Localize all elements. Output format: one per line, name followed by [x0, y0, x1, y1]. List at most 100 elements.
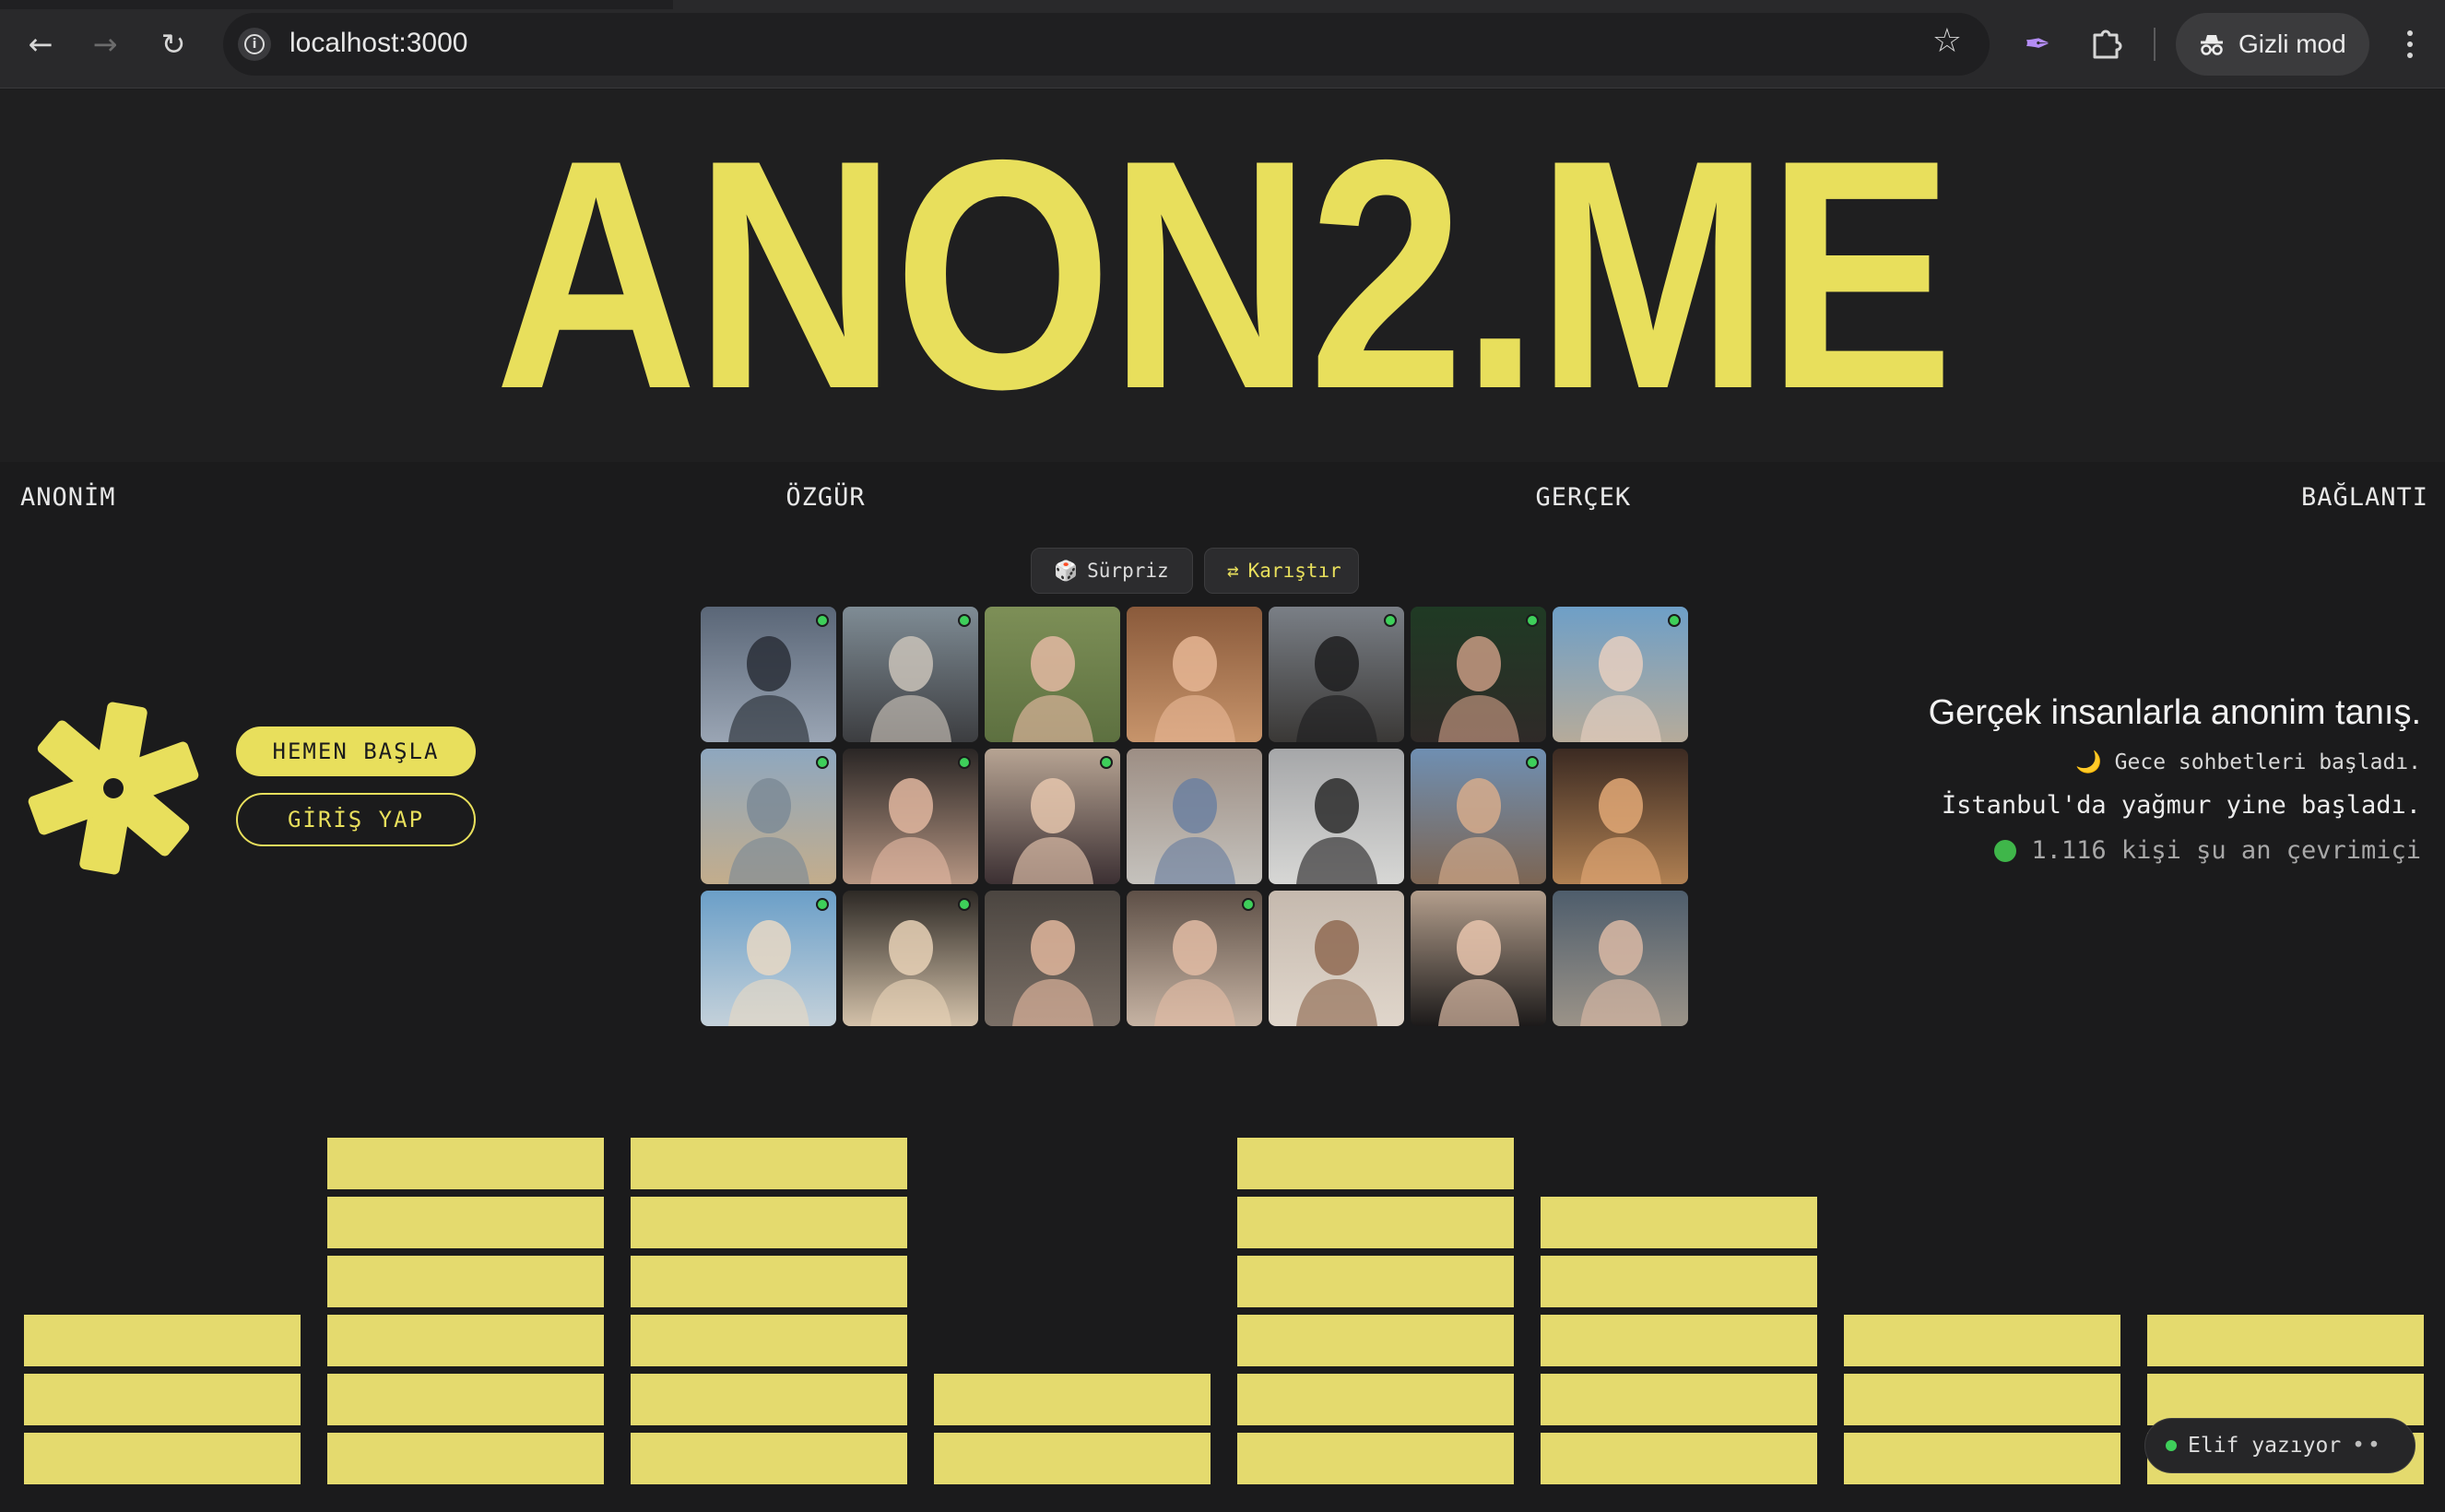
surprise-label: Sürpriz [1087, 560, 1169, 582]
profile-grid [701, 607, 1688, 1026]
profile-tile[interactable] [1127, 607, 1262, 742]
info-panel: Gerçek insanlarla anonim tanış. 🌙 Gece s… [1929, 693, 2421, 865]
profile-photo [1580, 920, 1661, 1026]
shuffle-button[interactable]: ⇄ Karıştır [1204, 548, 1359, 594]
profile-tile[interactable] [1553, 749, 1688, 884]
equalizer-block [631, 1315, 907, 1366]
profile-tile[interactable] [985, 607, 1120, 742]
profile-photo [728, 636, 809, 742]
start-now-button[interactable]: HEMEN BAŞLA [236, 726, 476, 776]
profile-tile[interactable] [985, 891, 1120, 1026]
equalizer-block [1541, 1197, 1817, 1248]
profile-tile[interactable] [1411, 607, 1546, 742]
active-tab[interactable] [673, 0, 2445, 9]
equalizer-block [934, 1433, 1211, 1484]
login-button[interactable]: GİRİŞ YAP [236, 793, 476, 846]
typing-text: Elif yazıyor [2188, 1434, 2342, 1458]
equalizer-column [24, 1315, 301, 1484]
equalizer-block [934, 1374, 1211, 1425]
profile-tile[interactable] [1553, 607, 1688, 742]
forward-icon[interactable]: → [83, 22, 127, 66]
online-dot-icon [1526, 756, 1539, 769]
equalizer-block [24, 1374, 301, 1425]
equalizer-block [631, 1256, 907, 1307]
profile-tile[interactable] [701, 891, 836, 1026]
equalizer-block [327, 1315, 604, 1366]
profile-tile[interactable] [843, 749, 978, 884]
profile-tile[interactable] [1269, 749, 1404, 884]
equalizer-block [1844, 1433, 2120, 1484]
online-dot-icon [816, 898, 829, 911]
equalizer-block [631, 1374, 907, 1425]
tagline-ozgur: ÖZGÜR [785, 483, 866, 512]
equalizer-column [1844, 1315, 2120, 1484]
online-count: 1.116 kişi şu an çevrimiçi [2031, 836, 2421, 865]
incognito-badge[interactable]: Gizli mod [2176, 13, 2369, 76]
profile-tile[interactable] [843, 891, 978, 1026]
profile-photo [1296, 920, 1377, 1026]
url-text[interactable]: localhost:3000 [289, 28, 467, 59]
equalizer-block [327, 1374, 604, 1425]
profile-tile[interactable] [701, 607, 836, 742]
profile-photo [1154, 636, 1235, 742]
profile-tile[interactable] [1411, 891, 1546, 1026]
incognito-label: Gizli mod [2238, 30, 2346, 58]
star-icon[interactable]: ☆ [1932, 22, 1962, 60]
profile-tile[interactable] [1411, 749, 1546, 884]
profile-tile[interactable] [1553, 891, 1688, 1026]
profile-tile[interactable] [1127, 749, 1262, 884]
equalizer-block [1237, 1138, 1514, 1189]
tagline-anonim: ANONİM [20, 483, 116, 512]
profile-tile[interactable] [701, 749, 836, 884]
profile-photo [728, 920, 809, 1026]
profile-tile[interactable] [843, 607, 978, 742]
address-bar[interactable]: i localhost:3000 ☆ [223, 13, 1990, 76]
info-icon[interactable]: i [238, 28, 271, 61]
incognito-icon [2201, 35, 2223, 55]
equalizer-column [1237, 1138, 1514, 1484]
equalizer-block [1237, 1433, 1514, 1484]
equalizer-block [327, 1256, 604, 1307]
profile-tile[interactable] [1269, 607, 1404, 742]
profile-photo [1012, 778, 1093, 884]
hero-banner: ANON2.ME [0, 89, 2445, 462]
rain-status: İstanbul'da yağmur yine başladı. [1941, 791, 2421, 820]
tagline-gercek: GERÇEK [1535, 483, 1632, 512]
night-status: 🌙 Gece sohbetleri başladı. [1929, 750, 2421, 774]
reload-icon[interactable]: ↻ [151, 22, 195, 66]
equalizer-column [934, 1374, 1211, 1484]
online-dot-icon [1526, 614, 1539, 627]
surprise-button[interactable]: 🎲 Sürpriz [1031, 548, 1193, 594]
tagline-baglanti: BAĞLANTI [2300, 483, 2428, 512]
equalizer-block [1541, 1256, 1817, 1307]
online-dot-icon [1668, 614, 1681, 627]
headline: Gerçek insanlarla anonim tanış. [1928, 693, 2421, 732]
site-logo[interactable]: ANON2.ME [0, 89, 2445, 462]
equalizer-block [24, 1315, 301, 1366]
equalizer-block [327, 1197, 604, 1248]
profile-photo [728, 778, 809, 884]
profile-tile[interactable] [985, 749, 1120, 884]
profile-tile[interactable] [1127, 891, 1262, 1026]
profile-tile[interactable] [1269, 891, 1404, 1026]
online-dot-icon [958, 614, 971, 627]
equalizer-block [1541, 1433, 1817, 1484]
online-dot-icon [1242, 898, 1255, 911]
profile-photo [1438, 636, 1519, 742]
feather-icon[interactable]: ✒ [2014, 20, 2061, 68]
profile-photo [1296, 636, 1377, 742]
asterisk-logo-icon [28, 702, 199, 875]
equalizer-block [2147, 1315, 2424, 1366]
moon-icon: 🌙 [2075, 750, 2102, 774]
profile-photo [1154, 920, 1235, 1026]
browser-toolbar: ← → ↻ i localhost:3000 ☆ ✒ Gizli mod [0, 0, 2445, 89]
equalizer-block [631, 1197, 907, 1248]
back-icon[interactable]: ← [18, 22, 63, 66]
typing-status-dot-icon [2166, 1440, 2177, 1451]
profile-photo [1296, 778, 1377, 884]
puzzle-icon[interactable] [2082, 20, 2130, 68]
typing-indicator[interactable]: Elif yazıyor •• [2144, 1418, 2415, 1473]
kebab-menu-icon[interactable] [2392, 22, 2428, 66]
equalizer-block [24, 1433, 301, 1484]
equalizer-block [327, 1433, 604, 1484]
